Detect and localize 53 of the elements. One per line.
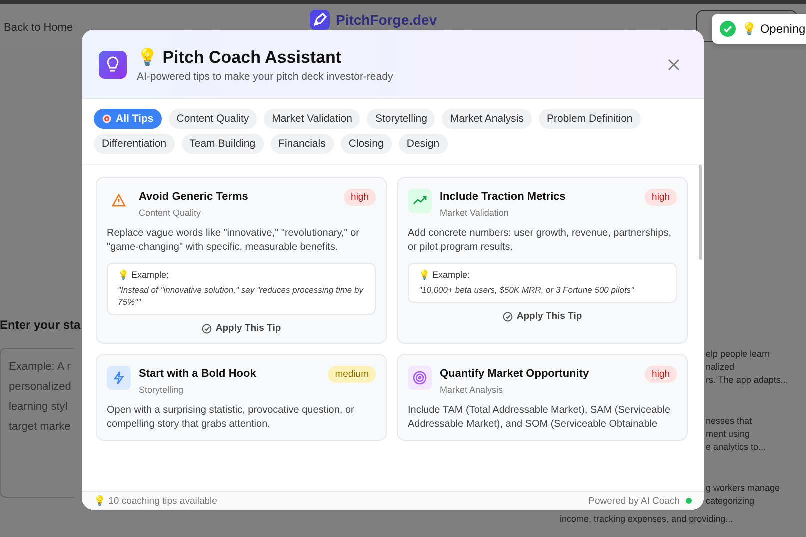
priority-tag: high: [344, 189, 376, 206]
priority-tag: medium: [328, 366, 376, 383]
filter-tab[interactable]: Market Analysis: [442, 109, 532, 129]
lightbulb-icon: [99, 51, 127, 79]
tip-title: Start with a Bold Hook: [139, 368, 258, 380]
tip-category: Market Analysis: [440, 385, 504, 395]
tip-description: Include TAM (Total Addressable Market), SAM (Serviceable Addressable Market), and SOM (Serviceable Obtainable: [408, 404, 672, 432]
filter-tab[interactable]: Closing: [340, 134, 392, 154]
priority-tag: high: [645, 366, 677, 383]
apply-tip-button[interactable]: Apply This Tip: [196, 322, 288, 335]
tip-description: Add concrete numbers: user growth, revenue, partnerships, or pilot program results.: [408, 227, 672, 255]
toast-text: 💡 Opening: [742, 22, 806, 36]
trend-up-icon: [408, 189, 432, 213]
close-icon[interactable]: [668, 59, 680, 71]
dialog-subtitle: AI-powered tips to make your pitch deck investor-ready: [137, 71, 394, 83]
filter-tab[interactable]: Differentiation: [94, 134, 175, 154]
check-icon: [720, 21, 736, 37]
tip-description: Replace vague words like "innovative," "revolutionary," or "game-changing" with specific, measurable benefits.: [107, 227, 360, 255]
tip-description: Open with a surprising statistic, provocative question, or compelling story that grabs attention.: [107, 404, 356, 432]
filter-tab[interactable]: Market Validation: [264, 109, 360, 129]
filter-tab[interactable]: Problem Definition: [538, 109, 641, 129]
target-icon: [408, 366, 432, 390]
tip-title: Include Traction Metrics: [440, 191, 567, 203]
idea-example-card[interactable]: elp people learn nalized rs. The app adapts...: [706, 348, 806, 387]
apply-tip-button[interactable]: Apply This Tip: [496, 310, 588, 323]
tip-category: Content Quality: [139, 208, 202, 218]
idea-example-card[interactable]: nesses that ment using e analytics to...: [706, 415, 806, 454]
example-label: 💡 Example:: [419, 270, 472, 280]
filter-tab[interactable]: Content Quality: [168, 109, 258, 129]
prompt-label: Enter your sta: [0, 318, 82, 332]
lightning-icon: [107, 366, 131, 390]
tip-category: Storytelling: [139, 385, 185, 395]
logo-text: PitchForge.dev: [336, 12, 438, 28]
check-circle-icon: [502, 312, 513, 322]
powered-by-text: Powered by AI Coach: [588, 496, 680, 506]
target-icon: [102, 114, 112, 124]
example-text: "10,000+ beta users, $50K MRR, or 3 Fortune 500 pilots": [419, 284, 636, 296]
filter-tab[interactable]: All Tips: [94, 109, 162, 129]
example-label: 💡 Example:: [118, 270, 170, 280]
priority-tag: high: [645, 189, 677, 206]
back-link[interactable]: Back to Home: [4, 22, 310, 34]
example-text: "Instead of "innovative solution," say "reduces processing time by 75%"": [118, 284, 365, 308]
tip-title: Avoid Generic Terms: [139, 191, 250, 203]
tip-category: Market Validation: [440, 208, 510, 218]
check-circle-icon: [202, 324, 212, 334]
dialog-title: 💡 Pitch Coach Assistant: [137, 47, 343, 68]
filter-tab[interactable]: Design: [398, 134, 448, 154]
filter-tab[interactable]: Team Building: [182, 134, 264, 154]
filter-tab[interactable]: Financials: [270, 134, 334, 154]
tips-count: 💡 10 coaching tips available: [94, 495, 218, 507]
status-dot: [686, 498, 692, 504]
tip-title: Quantify Market Opportunity: [440, 368, 590, 380]
filter-tab[interactable]: Storytelling: [367, 109, 436, 129]
